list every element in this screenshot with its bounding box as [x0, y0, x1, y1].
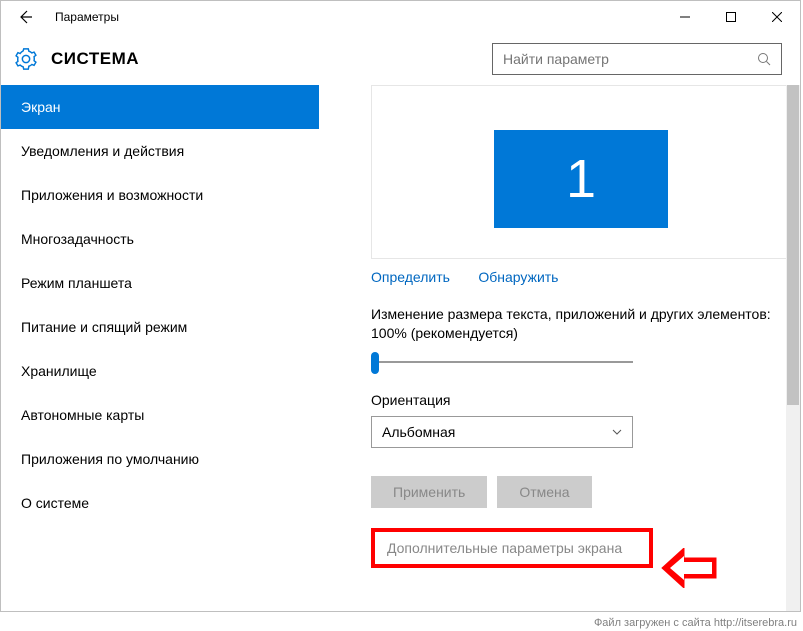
maximize-icon	[726, 12, 736, 22]
sidebar-item-notifications[interactable]: Уведомления и действия	[1, 129, 319, 173]
footer-credit: Файл загружен с сайта http://itserebra.r…	[594, 617, 797, 629]
page-title: СИСТЕМА	[51, 49, 139, 69]
sidebar-item-offline-maps[interactable]: Автономные карты	[1, 393, 319, 437]
close-icon	[772, 12, 782, 22]
cancel-button[interactable]: Отмена	[497, 476, 591, 508]
display-links: Определить Обнаружить	[371, 269, 784, 287]
sidebar-item-label: Автономные карты	[21, 407, 144, 423]
sidebar-item-label: Приложения по умолчанию	[21, 451, 199, 467]
monitor-number: 1	[566, 148, 596, 210]
sidebar-item-storage[interactable]: Хранилище	[1, 349, 319, 393]
slider-thumb[interactable]	[371, 352, 379, 374]
identify-link[interactable]: Определить	[371, 269, 450, 285]
orientation-label: Ориентация	[371, 391, 771, 410]
scrollbar-thumb[interactable]	[787, 85, 799, 405]
monitor-tile-1[interactable]: 1	[494, 130, 668, 228]
scrollbar[interactable]	[786, 85, 800, 611]
header: СИСТЕМА	[1, 33, 800, 85]
sidebar-item-label: Уведомления и действия	[21, 143, 184, 159]
monitor-preview-area: 1	[371, 85, 791, 259]
scale-slider[interactable]	[371, 349, 633, 377]
sidebar-item-label: Приложения и возможности	[21, 187, 203, 203]
sidebar-item-label: Экран	[21, 99, 61, 115]
orientation-value: Альбомная	[382, 424, 455, 440]
maximize-button[interactable]	[708, 1, 754, 33]
sidebar-item-tablet-mode[interactable]: Режим планшета	[1, 261, 319, 305]
scale-label: Изменение размера текста, приложений и д…	[371, 305, 771, 343]
minimize-button[interactable]	[662, 1, 708, 33]
content-area: 1 Определить Обнаружить Изменение размер…	[319, 85, 800, 611]
detect-link[interactable]: Обнаружить	[478, 269, 558, 285]
link-label: Дополнительные параметры экрана	[387, 540, 622, 556]
action-buttons: Применить Отмена	[371, 476, 784, 508]
window-controls	[662, 1, 800, 33]
chevron-down-icon	[612, 427, 622, 437]
sidebar-item-about[interactable]: О системе	[1, 481, 319, 525]
sidebar-item-power-sleep[interactable]: Питание и спящий режим	[1, 305, 319, 349]
search-icon	[757, 52, 771, 66]
apply-button[interactable]: Применить	[371, 476, 487, 508]
sidebar-item-label: Режим планшета	[21, 275, 132, 291]
back-button[interactable]	[1, 1, 49, 33]
orientation-select[interactable]: Альбомная	[371, 416, 633, 448]
search-input[interactable]	[503, 51, 757, 67]
gear-icon	[15, 48, 37, 70]
button-label: Применить	[393, 484, 465, 500]
annotation-arrow-icon	[660, 548, 718, 588]
sidebar-item-label: О системе	[21, 495, 89, 511]
minimize-icon	[680, 12, 690, 22]
titlebar: Параметры	[1, 1, 800, 33]
settings-window: Параметры СИСТЕМА Экран Уведомления и де…	[0, 0, 801, 612]
sidebar-item-label: Хранилище	[21, 363, 97, 379]
close-button[interactable]	[754, 1, 800, 33]
button-label: Отмена	[519, 484, 569, 500]
advanced-display-settings-link[interactable]: Дополнительные параметры экрана	[371, 528, 653, 568]
sidebar-item-display[interactable]: Экран	[1, 85, 319, 129]
body: Экран Уведомления и действия Приложения …	[1, 85, 800, 611]
sidebar: Экран Уведомления и действия Приложения …	[1, 85, 319, 611]
sidebar-item-apps-features[interactable]: Приложения и возможности	[1, 173, 319, 217]
slider-track	[371, 361, 633, 363]
sidebar-item-label: Многозадачность	[21, 231, 134, 247]
sidebar-item-default-apps[interactable]: Приложения по умолчанию	[1, 437, 319, 481]
search-box[interactable]	[492, 43, 782, 75]
sidebar-item-label: Питание и спящий режим	[21, 319, 187, 335]
window-title: Параметры	[55, 10, 662, 24]
sidebar-item-multitasking[interactable]: Многозадачность	[1, 217, 319, 261]
back-arrow-icon	[16, 8, 34, 26]
